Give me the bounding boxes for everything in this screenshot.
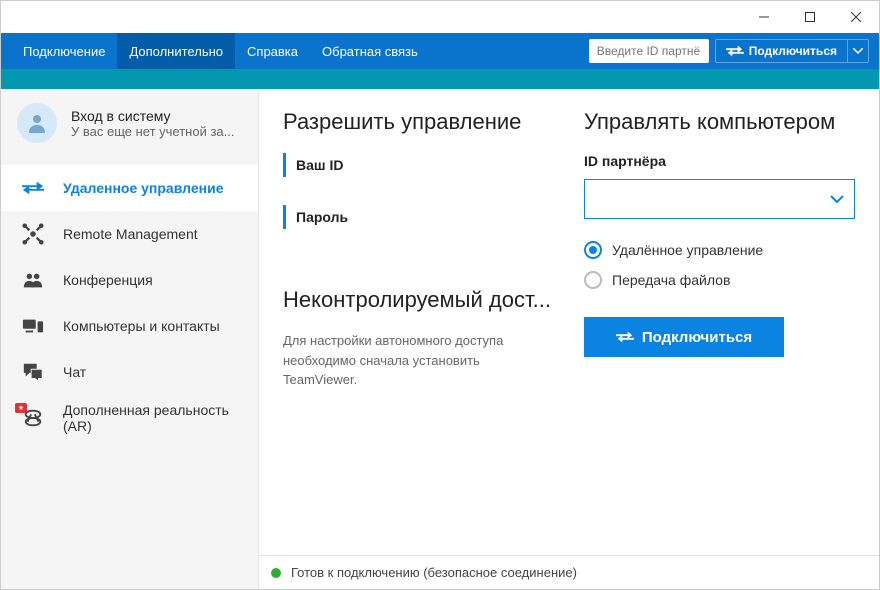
allow-control-column: Разрешить управление Ваш ID Пароль Некон…	[283, 109, 554, 555]
radio-label: Передача файлов	[612, 272, 730, 288]
connect-arrows-icon	[616, 330, 634, 344]
radio-remote-control[interactable]: Удалённое управление	[584, 241, 855, 259]
people-icon	[21, 268, 45, 292]
maximize-button[interactable]	[787, 1, 833, 33]
sidebar-item-label: Конференция	[63, 272, 153, 288]
minimize-button[interactable]	[741, 1, 787, 33]
partner-id-input[interactable]	[584, 179, 855, 219]
connect-button-top-label: Подключиться	[749, 44, 837, 58]
sidebar-item-meeting[interactable]: Конференция	[1, 257, 258, 303]
sidebar-item-computers-contacts[interactable]: Компьютеры и контакты	[1, 303, 258, 349]
your-id-block: Ваш ID	[283, 153, 554, 177]
close-icon	[851, 12, 861, 22]
control-computer-title: Управлять компьютером	[584, 109, 855, 135]
connect-button-top-group: Подключиться	[715, 39, 869, 63]
chevron-down-icon	[853, 48, 863, 54]
connect-arrows-icon	[726, 45, 744, 57]
status-indicator-icon	[271, 568, 281, 578]
avatar	[17, 103, 57, 143]
menu-extras[interactable]: Дополнительно	[117, 33, 235, 69]
password-label: Пароль	[296, 209, 554, 225]
sidebar-item-label: Remote Management	[63, 226, 198, 242]
account-text: Вход в систему У вас еще нет учетной за.…	[71, 108, 242, 139]
devices-icon	[21, 314, 45, 338]
radio-icon	[584, 271, 602, 289]
sidebar: Вход в систему У вас еще нет учетной за.…	[1, 89, 259, 589]
radio-label: Удалённое управление	[612, 242, 763, 258]
sidebar-item-label: Чат	[63, 364, 86, 380]
connect-button-label: Подключиться	[642, 329, 752, 346]
new-badge	[15, 403, 27, 413]
remote-management-icon	[21, 222, 45, 246]
unattended-title: Неконтролируемый дост...	[283, 287, 554, 313]
account-title: Вход в систему	[71, 108, 242, 124]
avatar-icon	[25, 111, 49, 135]
connect-button[interactable]: Подключиться	[584, 317, 784, 357]
unattended-description: Для настройки автономного доступа необхо…	[283, 331, 543, 390]
main-panel: Разрешить управление Ваш ID Пароль Некон…	[259, 89, 879, 589]
statusbar: Готов к подключению (безопасное соединен…	[259, 555, 879, 589]
account-subtitle: У вас еще нет учетной за...	[71, 124, 242, 139]
menu-help[interactable]: Справка	[235, 33, 310, 69]
connect-button-top-dropdown[interactable]	[847, 39, 869, 63]
partner-id-input-top[interactable]	[589, 39, 709, 63]
partner-id-label: ID партнёра	[584, 153, 855, 169]
sidebar-item-chat[interactable]: Чат	[1, 349, 258, 395]
sidebar-item-label: Компьютеры и контакты	[63, 318, 220, 334]
connect-button-top[interactable]: Подключиться	[715, 39, 847, 63]
partner-id-field	[584, 179, 855, 219]
sidebar-item-label: Дополненная реальность (AR)	[63, 402, 238, 434]
password-block: Пароль	[283, 205, 554, 229]
allow-control-title: Разрешить управление	[283, 109, 554, 135]
sidebar-nav: Удаленное управление Remote Management К…	[1, 165, 258, 441]
chevron-down-icon	[830, 192, 844, 206]
account-signin[interactable]: Вход в систему У вас еще нет учетной за.…	[1, 89, 258, 157]
maximize-icon	[805, 12, 815, 22]
minimize-icon	[759, 12, 769, 22]
sidebar-item-ar[interactable]: Дополненная реальность (AR)	[1, 395, 258, 441]
partner-id-dropdown[interactable]	[819, 179, 855, 219]
menubar: Подключение Дополнительно Справка Обратн…	[1, 33, 879, 69]
radio-file-transfer[interactable]: Передача файлов	[584, 271, 855, 289]
sidebar-item-label: Удаленное управление	[63, 180, 223, 196]
window-titlebar	[1, 1, 879, 33]
menu-feedback[interactable]: Обратная связь	[310, 33, 430, 69]
accent-strip	[1, 69, 879, 89]
your-id-label: Ваш ID	[296, 157, 554, 173]
remote-control-icon	[21, 176, 45, 200]
control-computer-column: Управлять компьютером ID партнёра Удалён…	[584, 109, 855, 555]
menu-connection[interactable]: Подключение	[11, 33, 117, 69]
radio-icon	[584, 241, 602, 259]
sidebar-item-remote-control[interactable]: Удаленное управление	[1, 165, 258, 211]
status-text: Готов к подключению (безопасное соединен…	[291, 565, 577, 580]
close-button[interactable]	[833, 1, 879, 33]
chat-icon	[21, 360, 45, 384]
sidebar-item-remote-management[interactable]: Remote Management	[1, 211, 258, 257]
